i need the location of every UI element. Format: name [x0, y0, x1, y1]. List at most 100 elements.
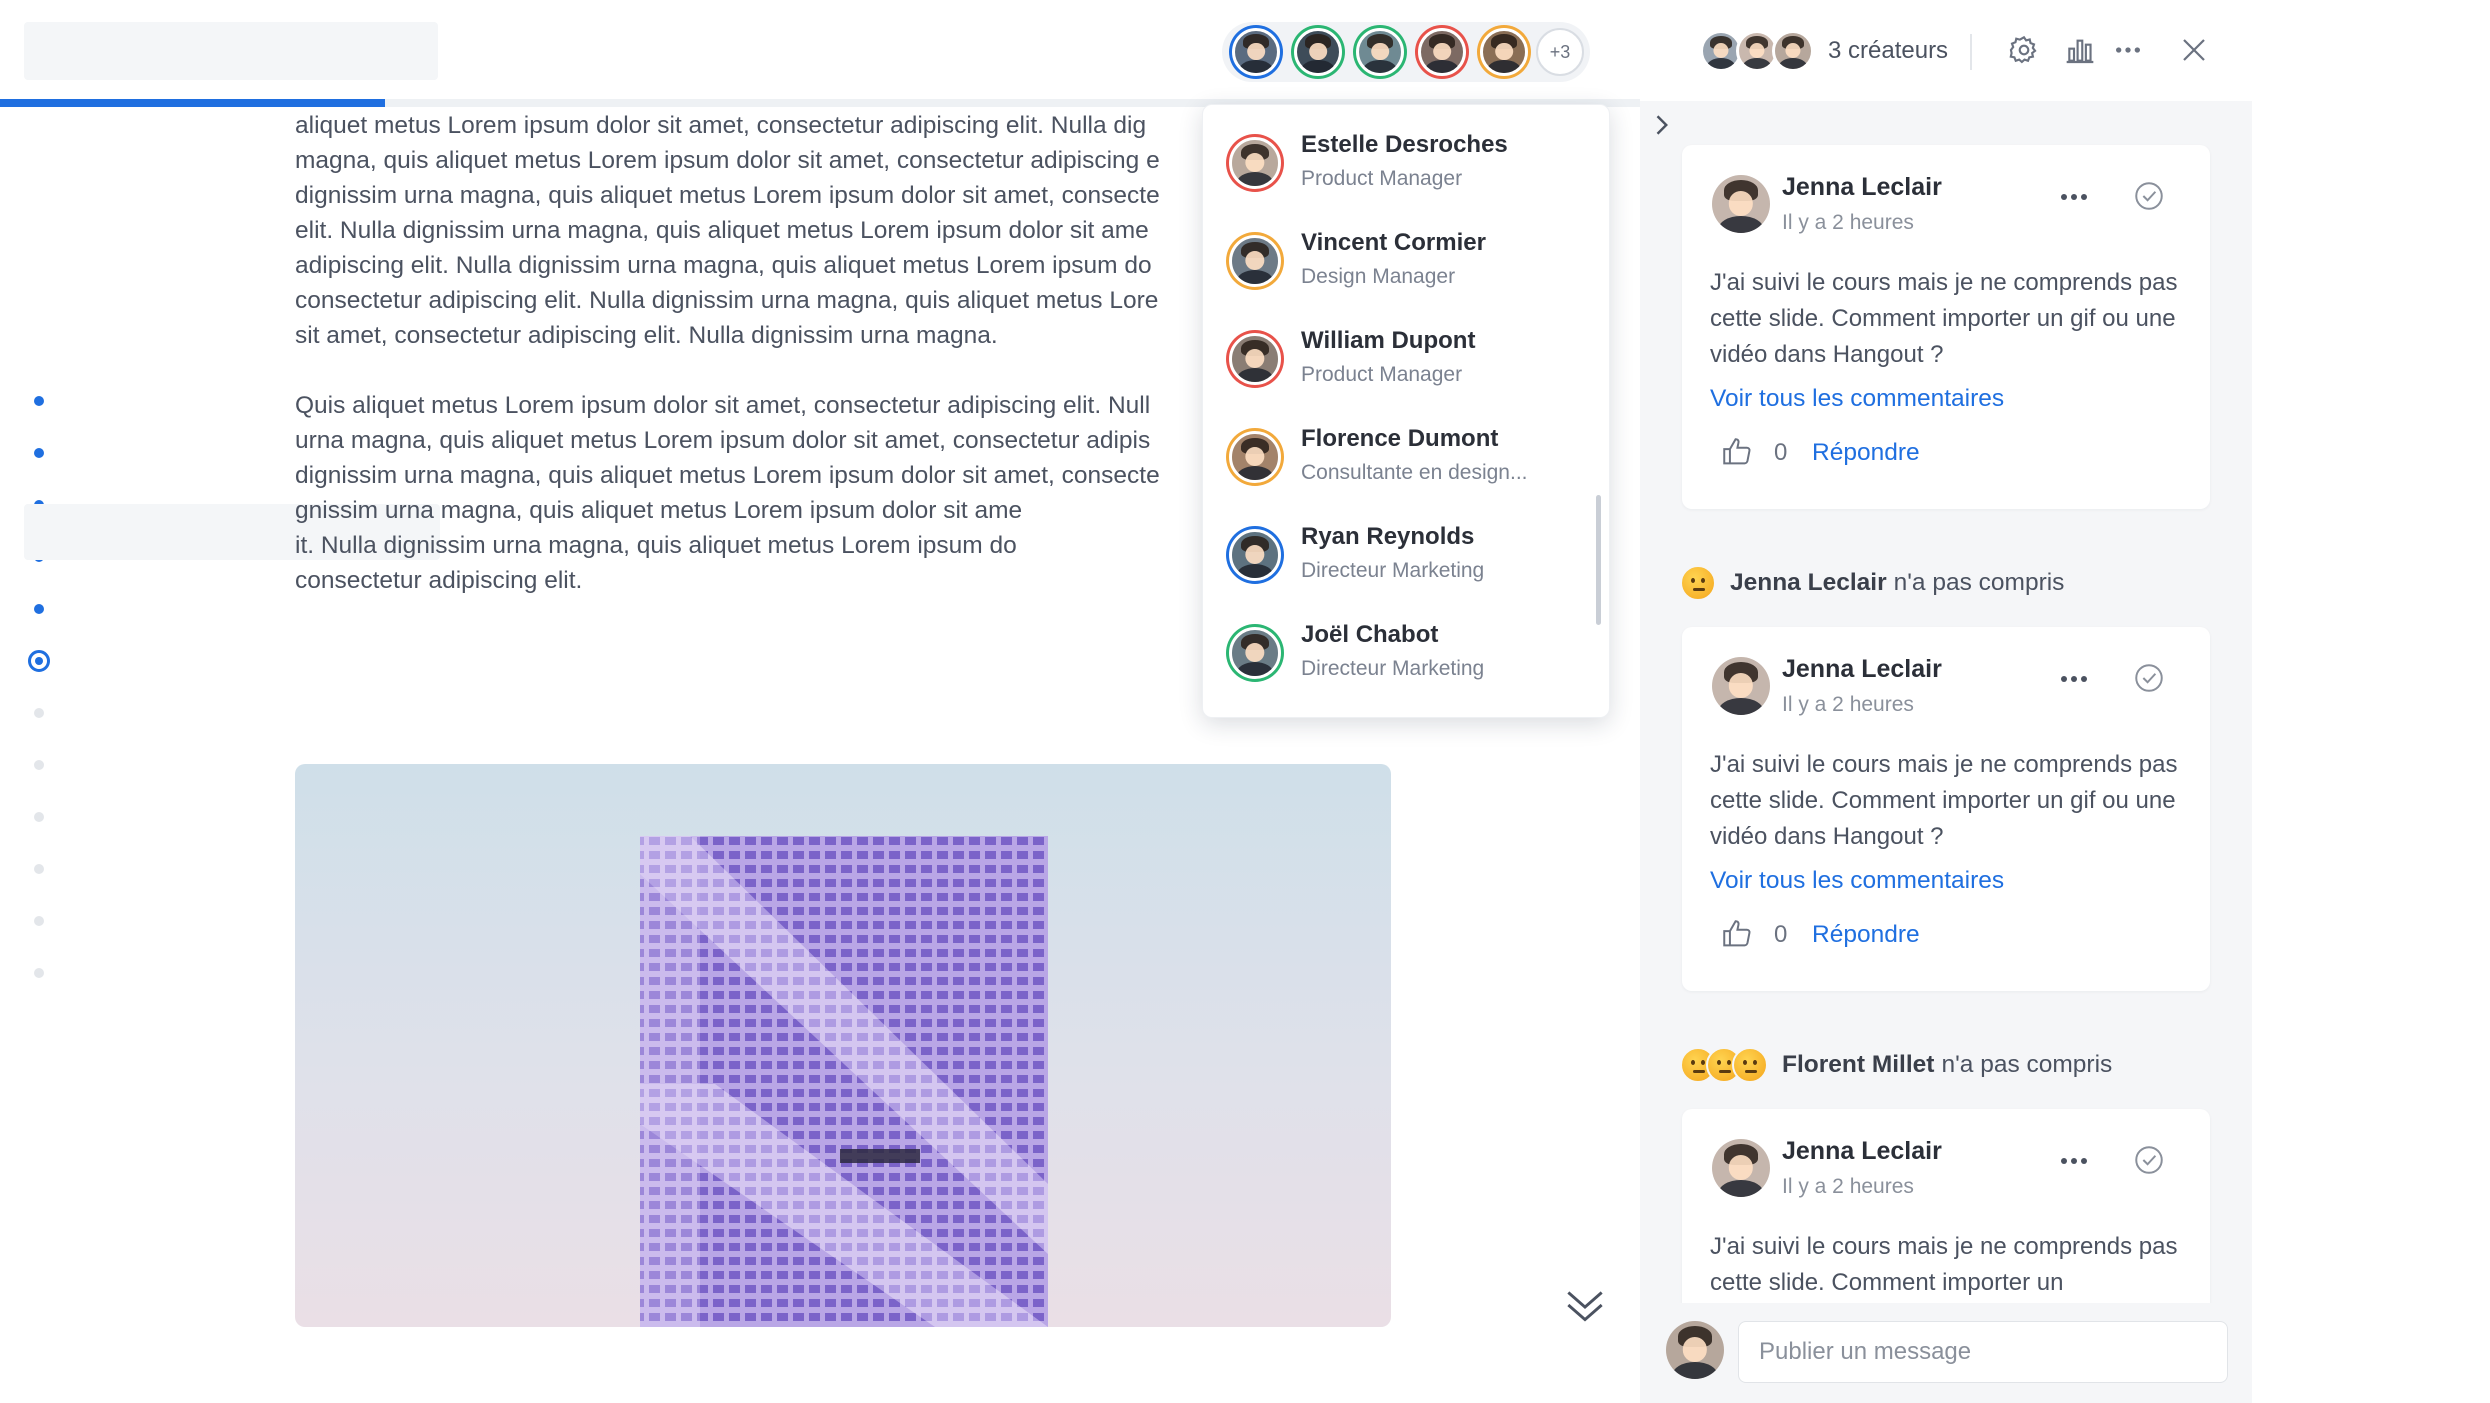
participant-name: William Dupont: [1301, 327, 1476, 354]
slide-dot[interactable]: [34, 448, 44, 458]
participant-name: Vincent Cormier: [1301, 229, 1486, 256]
reaction-author[interactable]: Jenna Leclair: [1730, 569, 1887, 597]
participant-role: Consultante en design...: [1301, 461, 1528, 484]
slide-dot[interactable]: [34, 812, 44, 822]
slide-dot[interactable]: [34, 864, 44, 874]
comment-author[interactable]: Jenna Leclair: [1782, 655, 1942, 684]
avatar: [1229, 333, 1281, 385]
comment-author[interactable]: Jenna Leclair: [1782, 173, 1942, 202]
slide-dot[interactable]: [34, 968, 44, 978]
comment-time: Il y a 2 heures: [1782, 693, 1914, 716]
participant-name: Joël Chabot: [1301, 621, 1439, 648]
more-horizontal-icon[interactable]: [2054, 185, 2094, 209]
more-viewers-button[interactable]: +3: [1536, 28, 1584, 76]
check-circle-icon[interactable]: [2132, 179, 2166, 213]
comment-text: J'ai suivi le cours mais je ne comprends…: [1710, 269, 2178, 368]
viewers-group[interactable]: [1222, 22, 1590, 82]
dropdown-scrollbar[interactable]: [1596, 495, 1601, 625]
slide-dot[interactable]: [34, 396, 44, 406]
creators-avatar-stack: [1700, 26, 1818, 76]
building-image: [295, 764, 1391, 1327]
participant-role: Product Manager: [1301, 167, 1463, 190]
comment-card: Jenna Leclair Il y a 2 heures J'ai suivi…: [1682, 145, 2210, 509]
thumbs-up-icon[interactable]: [1720, 435, 1754, 469]
viewer-avatar[interactable]: [1480, 28, 1528, 76]
gear-icon[interactable]: [2004, 30, 2044, 70]
participant-item[interactable]: William Dupont Product Manager: [1229, 321, 1589, 401]
participant-item[interactable]: Estelle Desroches Product Manager: [1229, 125, 1589, 205]
text-line: Quis aliquet metus Lorem ipsum dolor sit…: [295, 392, 1151, 419]
like-count: 0: [1774, 439, 1788, 466]
reaction-row: Florent Millet n'a pas compris: [1680, 1045, 2112, 1085]
comments-panel: Jenna Leclair Il y a 2 heures J'ai suivi…: [1640, 101, 2252, 1403]
text-line: elit. Nulla dignissim urna magna, quis a…: [295, 217, 1149, 244]
more-horizontal-icon[interactable]: [2054, 667, 2094, 691]
slide-dot[interactable]: [34, 604, 44, 614]
participant-item[interactable]: Ryan Reynolds Directeur Marketing: [1229, 517, 1589, 597]
participant-name: Ryan Reynolds: [1301, 523, 1475, 550]
text-line: aliquet metus Lorem ipsum dolor sit amet…: [295, 112, 1147, 139]
like-count: 0: [1774, 921, 1788, 948]
reaction-emojis: [1680, 565, 1716, 601]
participant-name: Florence Dumont: [1301, 425, 1499, 452]
participant-role: Directeur Marketing: [1301, 559, 1485, 582]
slide-dot[interactable]: [34, 916, 44, 926]
creators-label: 3 créateurs: [1828, 37, 1949, 64]
text-line: it. Nulla dignissim urna magna, quis ali…: [295, 532, 1017, 559]
viewer-avatar[interactable]: [1356, 28, 1404, 76]
avatar: [1712, 1139, 1770, 1197]
slide-dot[interactable]: [34, 708, 44, 718]
reaction-row: Jenna Leclair n'a pas compris: [1680, 563, 2064, 603]
creators-group[interactable]: 3 créateurs: [1700, 26, 1948, 76]
bar-chart-icon[interactable]: [2060, 30, 2100, 70]
slide-text: aliquet metus Lorem ipsum dolor sit amet…: [295, 108, 1205, 608]
message-input[interactable]: [1738, 1321, 2228, 1383]
avatar: [1712, 175, 1770, 233]
comment-text: J'ai suivi le cours mais je ne comprends…: [1710, 1233, 2178, 1296]
participant-role: Design Manager: [1301, 265, 1456, 288]
close-icon[interactable]: [2174, 30, 2214, 70]
creator-avatar: [1772, 30, 1814, 72]
reaction-author[interactable]: Florent Millet: [1782, 1051, 1934, 1079]
participant-item[interactable]: Florence Dumont Consultante en design...: [1229, 419, 1589, 499]
paragraph: Quis aliquet metus Lorem ipsum dolor sit…: [295, 388, 1205, 598]
avatar: [1666, 1321, 1724, 1379]
participants-dropdown: Estelle Desroches Product Manager Vincent …: [1202, 104, 1610, 718]
avatar: [1229, 529, 1281, 581]
chevron-down-double-icon[interactable]: [1560, 1280, 1610, 1330]
viewer-avatar[interactable]: [1418, 28, 1466, 76]
see-all-comments-link[interactable]: Voir tous les commentaires: [1710, 867, 2004, 895]
paragraph: aliquet metus Lorem ipsum dolor sit amet…: [295, 108, 1205, 353]
text-line: sit amet, consectetur adipiscing elit. N…: [295, 322, 998, 349]
slide-dot[interactable]: [34, 760, 44, 770]
participant-role: Product Manager: [1301, 363, 1463, 386]
avatar: [1229, 627, 1281, 679]
nerd-emoji-icon: [1732, 1047, 1768, 1083]
course-title-placeholder: [24, 22, 438, 80]
text-line: adipiscing elit. Nulla dignissim urna ma…: [295, 252, 1152, 279]
avatar: [1712, 657, 1770, 715]
reply-button[interactable]: Répondre: [1812, 921, 1920, 949]
see-all-comments-link[interactable]: Voir tous les commentaires: [1710, 385, 2004, 413]
thumbs-up-icon[interactable]: [1720, 917, 1754, 951]
text-line: dignissim urna magna, quis aliquet metus…: [295, 462, 1160, 489]
check-circle-icon[interactable]: [2132, 1143, 2166, 1177]
participant-item[interactable]: Joël Chabot Directeur Marketing: [1229, 615, 1589, 695]
reply-button[interactable]: Répondre: [1812, 439, 1920, 467]
more-horizontal-icon[interactable]: [2108, 30, 2148, 70]
viewer-avatar[interactable]: [1232, 28, 1280, 76]
participant-role: Directeur Marketing: [1301, 657, 1485, 680]
confused-emoji-icon: [1680, 565, 1716, 601]
more-horizontal-icon[interactable]: [2054, 1149, 2094, 1173]
comment-author[interactable]: Jenna Leclair: [1782, 1137, 1942, 1166]
text-line: consectetur adipiscing elit. Nulla digni…: [295, 287, 1159, 314]
comment-card: Jenna Leclair Il y a 2 heures J'ai suivi…: [1682, 627, 2210, 991]
reaction-text: n'a pas compris: [1893, 569, 2065, 596]
participant-item[interactable]: Vincent Cormier Design Manager: [1229, 223, 1589, 303]
viewer-avatar[interactable]: [1294, 28, 1342, 76]
check-circle-icon[interactable]: [2132, 661, 2166, 695]
text-line: gnissim urna magna, quis aliquet metus L…: [295, 497, 1023, 524]
slide-dot[interactable]: [28, 650, 50, 672]
chevron-right-icon[interactable]: [1640, 104, 1682, 146]
progress-fill: [0, 99, 386, 107]
